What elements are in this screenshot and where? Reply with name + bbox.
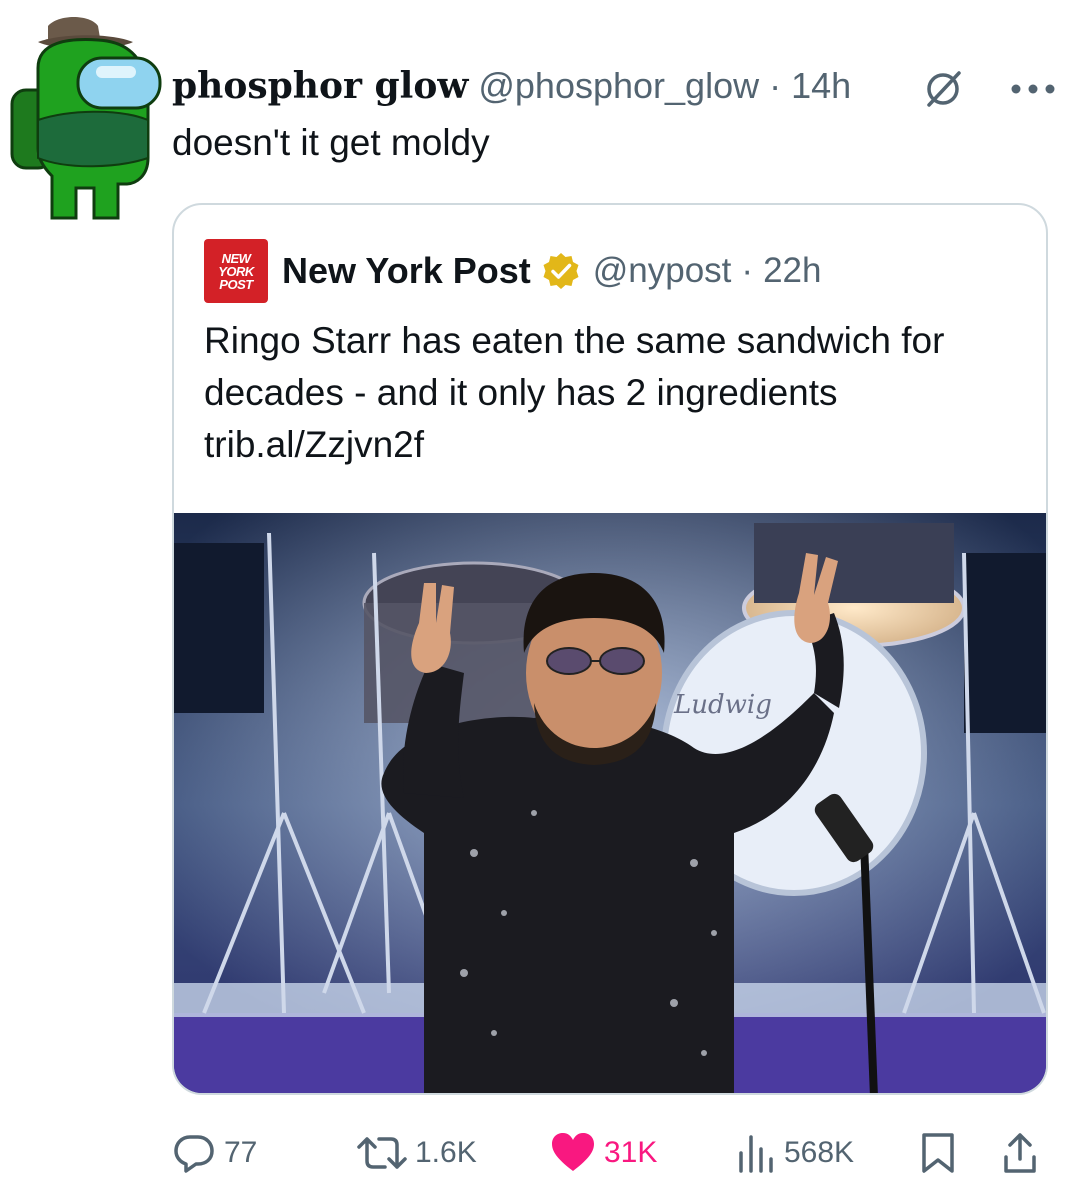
tweet-text: doesn't it get moldy (172, 122, 490, 163)
share-button[interactable] (1002, 1128, 1046, 1178)
share-icon (1004, 1133, 1036, 1173)
bookmark-button[interactable] (920, 1128, 964, 1178)
reply-button[interactable]: 77 (172, 1128, 257, 1178)
quoted-tweet-card[interactable]: NEW YORK POST New York Post @nypost · 22… (172, 203, 1048, 1095)
repost-icon (357, 1137, 407, 1169)
repost-count: 1.6K (415, 1136, 477, 1169)
quoted-text-line-2: decades - and it only has 2 ingredients (204, 372, 838, 413)
grok-icon[interactable] (918, 64, 968, 114)
separator-dot: · (769, 65, 782, 106)
user-avatar[interactable] (8, 8, 168, 223)
reply-count: 77 (224, 1136, 258, 1169)
heart-icon (552, 1133, 594, 1171)
quoted-link[interactable]: trib.al/Zzjvn2f (204, 419, 1034, 471)
logo-line-1: NEW (221, 250, 251, 266)
views-button[interactable]: 568K (736, 1128, 854, 1178)
logo-line-3: POST (219, 276, 253, 292)
quoted-tweet-header: NEW YORK POST New York Post @nypost · 22… (204, 239, 821, 303)
quoted-separator-dot: · (741, 251, 754, 290)
quoted-tweet-image[interactable]: Ludwig (174, 513, 1048, 1095)
views-count: 568K (784, 1136, 855, 1169)
verified-badge-icon (543, 253, 579, 289)
user-handle[interactable]: @phosphor_glow (478, 65, 759, 106)
tweet-time[interactable]: 14h (791, 65, 851, 106)
reply-icon (174, 1135, 214, 1173)
drum-brand-text: Ludwig (673, 690, 772, 720)
quoted-display-name[interactable]: New York Post (282, 250, 531, 292)
nypost-logo[interactable]: NEW YORK POST (204, 239, 268, 303)
like-button[interactable]: 31K (550, 1128, 657, 1178)
quoted-tweet-text: Ringo Starr has eaten the same sandwich … (204, 315, 1034, 471)
quoted-time[interactable]: 22h (763, 251, 821, 291)
tweet-header: phosphor glow @phosphor_glow · 14h (172, 64, 851, 108)
bookmark-icon (922, 1133, 954, 1173)
repost-button[interactable]: 1.6K (357, 1128, 477, 1178)
more-options-icon[interactable] (1008, 64, 1058, 114)
quoted-handle[interactable]: @nypost (593, 251, 732, 291)
quoted-text-line-1: Ringo Starr has eaten the same sandwich … (204, 320, 945, 361)
logo-line-2: YORK (218, 263, 254, 279)
tweet-actions: 77 1.6K 31K 568K (172, 1128, 1052, 1178)
like-count: 31K (604, 1136, 658, 1169)
display-name[interactable]: phosphor glow (172, 65, 468, 107)
views-chart-icon (739, 1135, 773, 1173)
